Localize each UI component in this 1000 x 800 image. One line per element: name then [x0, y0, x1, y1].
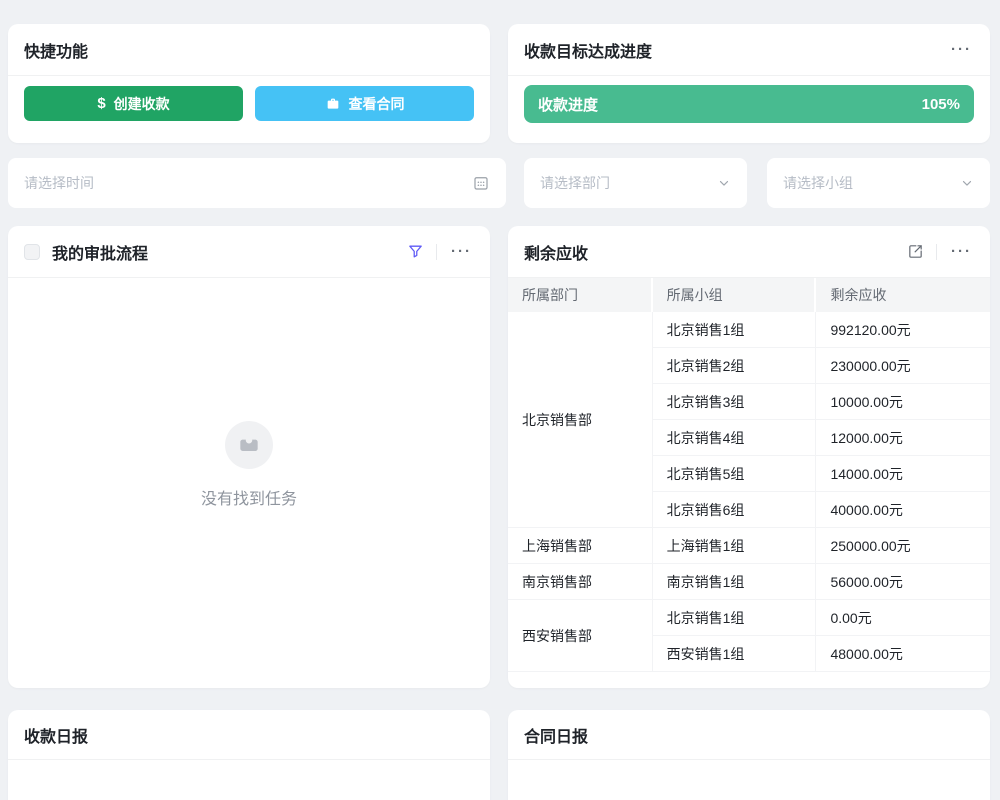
group-cell: 西安销售1组 — [653, 636, 817, 672]
receivables-card: 剩余应收 ··· 所属部门 所属小组 — [508, 226, 990, 688]
column-header-group: 所属小组 — [653, 278, 817, 312]
view-contract-button[interactable]: 查看合同 — [255, 86, 474, 121]
more-menu-icon[interactable]: ··· — [949, 242, 974, 261]
calendar-icon[interactable] — [472, 174, 490, 192]
empty-state-circle — [225, 421, 273, 469]
open-external-icon[interactable] — [907, 243, 924, 260]
quick-actions-header: 快捷功能 — [8, 24, 490, 76]
column-header-amount: 剩余应收 — [816, 278, 990, 312]
amount-cell: 250000.00元 — [816, 528, 990, 564]
payment-progress-bar: 收款进度 105% — [524, 85, 974, 123]
contract-daily-card: 合同日报 — [508, 710, 990, 800]
group-cell: 北京销售1组 — [653, 600, 817, 636]
contract-daily-title: 合同日报 — [524, 723, 588, 747]
approval-card: 我的审批流程 ··· 没有找到任务 — [8, 226, 490, 688]
group-cell: 北京销售5组 — [653, 456, 817, 492]
amount-cell: 40000.00元 — [816, 492, 990, 528]
top-row: 快捷功能 $ 创建收款 查看合同 收款目标达成进度 ··· — [8, 24, 990, 143]
receivables-table: 所属部门 所属小组 剩余应收 北京销售部北京销售1组992120.00元北京销售… — [508, 278, 990, 688]
department-select-placeholder: 请选择部门 — [540, 173, 717, 193]
payment-daily-title: 收款日报 — [24, 723, 88, 747]
group-cell: 上海销售1组 — [653, 528, 817, 564]
group-cell: 南京销售1组 — [653, 564, 817, 600]
amount-cell: 992120.00元 — [816, 312, 990, 348]
amount-cell: 56000.00元 — [816, 564, 990, 600]
table-row: 上海销售部上海销售1组250000.00元 — [508, 528, 990, 564]
quick-actions-card: 快捷功能 $ 创建收款 查看合同 — [8, 24, 490, 143]
progress-bar-value: 105% — [922, 96, 960, 113]
group-cell: 北京销售4组 — [653, 420, 817, 456]
more-menu-icon[interactable]: ··· — [949, 40, 974, 59]
select-filters: 请选择部门 请选择小组 — [524, 158, 990, 208]
amount-cell: 48000.00元 — [816, 636, 990, 672]
group-cell: 北京销售1组 — [653, 312, 817, 348]
group-cell: 北京销售3组 — [653, 384, 817, 420]
time-picker-field[interactable] — [8, 158, 506, 208]
amount-cell: 14000.00元 — [816, 456, 990, 492]
receivables-card-title: 剩余应收 — [524, 240, 588, 264]
chevron-down-icon — [717, 176, 731, 190]
progress-card-header: 收款目标达成进度 ··· — [508, 24, 990, 76]
dollar-icon: $ — [97, 95, 105, 112]
amount-cell: 12000.00元 — [816, 420, 990, 456]
empty-state: 没有找到任务 — [8, 242, 490, 688]
group-cell: 北京销售6组 — [653, 492, 817, 528]
progress-card-title: 收款目标达成进度 — [524, 38, 652, 62]
payment-daily-card: 收款日报 — [8, 710, 490, 800]
department-select[interactable]: 请选择部门 — [524, 158, 747, 208]
column-header-department: 所属部门 — [508, 278, 653, 312]
briefcase-icon — [325, 96, 341, 112]
view-contract-label: 查看合同 — [349, 94, 405, 114]
department-cell: 北京销售部 — [508, 312, 653, 528]
time-picker-input[interactable] — [24, 175, 472, 191]
receivables-card-header: 剩余应收 ··· — [508, 226, 990, 278]
table-row: 西安销售部北京销售1组0.00元 — [508, 600, 990, 636]
amount-cell: 230000.00元 — [816, 348, 990, 384]
amount-cell: 0.00元 — [816, 600, 990, 636]
bottom-row: 收款日报 合同日报 — [8, 710, 990, 800]
table-row: 南京销售部南京销售1组56000.00元 — [508, 564, 990, 600]
main-row: 我的审批流程 ··· 没有找到任务 — [8, 226, 990, 688]
group-select-placeholder: 请选择小组 — [783, 173, 960, 193]
header-divider — [936, 244, 937, 260]
chevron-down-icon — [960, 176, 974, 190]
table-header-row: 所属部门 所属小组 剩余应收 — [508, 278, 990, 312]
filter-row: 请选择部门 请选择小组 — [8, 158, 990, 208]
create-payment-button[interactable]: $ 创建收款 — [24, 86, 243, 121]
empty-state-text: 没有找到任务 — [201, 485, 297, 509]
create-payment-label: 创建收款 — [114, 94, 170, 114]
department-cell: 西安销售部 — [508, 600, 653, 672]
group-select[interactable]: 请选择小组 — [767, 158, 990, 208]
progress-card: 收款目标达成进度 ··· 收款进度 105% — [508, 24, 990, 143]
quick-action-buttons: $ 创建收款 查看合同 — [8, 76, 490, 121]
inbox-icon — [236, 432, 262, 458]
progress-bar-label: 收款进度 — [538, 94, 598, 115]
amount-cell: 10000.00元 — [816, 384, 990, 420]
department-cell: 南京销售部 — [508, 564, 653, 600]
department-cell: 上海销售部 — [508, 528, 653, 564]
table-row: 北京销售部北京销售1组992120.00元 — [508, 312, 990, 348]
group-cell: 北京销售2组 — [653, 348, 817, 384]
contract-daily-header: 合同日报 — [508, 710, 990, 760]
page-title: 快捷功能 — [24, 38, 88, 62]
payment-daily-header: 收款日报 — [8, 710, 490, 760]
receivables-table-body: 北京销售部北京销售1组992120.00元北京销售2组230000.00元北京销… — [508, 312, 990, 672]
